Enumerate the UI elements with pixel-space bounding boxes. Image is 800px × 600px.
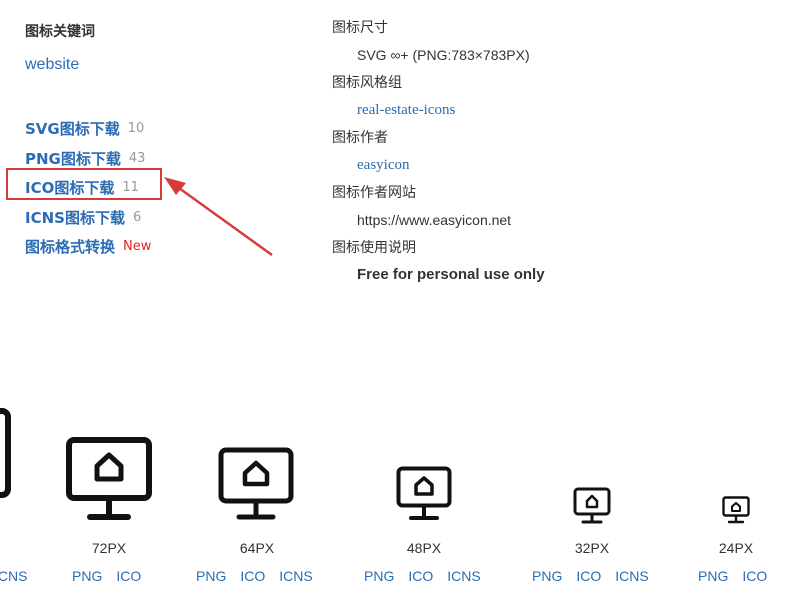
monitor-home-icon[interactable] — [0, 408, 16, 502]
monitor-home-icon[interactable] — [218, 447, 294, 523]
size-48: 48PX — [406, 540, 442, 556]
keywords-heading: 图标关键词 — [25, 24, 95, 40]
png-download-32[interactable]: PNG — [532, 568, 562, 584]
png-download-72[interactable]: PNG — [72, 568, 102, 584]
author-link[interactable]: easyicon — [332, 155, 752, 183]
size-32: 32PX — [574, 540, 610, 556]
download-item-svg: SVG图标下载 10 — [25, 114, 151, 144]
site-value: https://www.easyicon.net — [357, 212, 512, 228]
png-download-48[interactable]: PNG — [364, 568, 394, 584]
size-label: 图标尺寸 — [332, 20, 388, 36]
icon-info-panel: 图标尺寸 SVG ∞+ (PNG:783×783PX) 图标风格组 real-e… — [332, 18, 752, 293]
site-label: 图标作者网站 — [332, 185, 416, 201]
size-72: 72PX — [91, 540, 127, 556]
icon-72-formats: PNG ICO — [72, 568, 155, 584]
format-convert-link[interactable]: 图标格式转换 — [25, 236, 115, 257]
png-download-64[interactable]: PNG — [196, 568, 226, 584]
ico-download-24[interactable]: ICO — [742, 568, 767, 584]
author-label: 图标作者 — [332, 130, 388, 146]
style-link[interactable]: real-estate-icons — [332, 100, 752, 128]
png-download-link[interactable]: PNG图标下载 — [25, 148, 121, 169]
icns-download-32[interactable]: ICNS — [615, 568, 648, 584]
png-download-24[interactable]: PNG — [698, 568, 728, 584]
highlight-box — [6, 168, 162, 200]
icns-download-48[interactable]: ICNS — [447, 568, 480, 584]
new-badge: New — [123, 239, 152, 255]
monitor-home-icon[interactable] — [396, 466, 452, 522]
size-64: 64PX — [239, 540, 275, 556]
usage-label: 图标使用说明 — [332, 240, 416, 256]
usage-value: Free for personal use only — [357, 266, 545, 283]
keyword-link-website[interactable]: website — [25, 56, 79, 74]
monitor-home-icon[interactable] — [722, 496, 750, 524]
icns-download-0[interactable]: ICNS — [0, 568, 27, 584]
annotation-arrow-icon — [164, 177, 273, 257]
size-24: 24PX — [718, 540, 754, 556]
style-label: 图标风格组 — [332, 75, 402, 91]
svg-count: 10 — [127, 121, 145, 137]
icon-32-formats: PNG ICO ICNS — [532, 568, 663, 584]
ico-download-72[interactable]: ICO — [116, 568, 141, 584]
ico-download-32[interactable]: ICO — [576, 568, 601, 584]
size-value: SVG ∞+ (PNG:783×783PX) — [357, 47, 530, 63]
monitor-home-icon[interactable] — [573, 487, 611, 525]
svg-download-link[interactable]: SVG图标下载 — [25, 118, 120, 139]
icon-0-formats: ICNS — [0, 568, 41, 584]
icns-download-64[interactable]: ICNS — [279, 568, 312, 584]
icns-count: 6 — [132, 209, 142, 225]
png-count: 43 — [128, 150, 146, 166]
icon-24-formats: PNG ICO — [698, 568, 781, 584]
download-item-icns: ICNS图标下载 6 — [25, 203, 151, 233]
download-item-convert: 图标格式转换 New — [25, 232, 151, 262]
monitor-home-icon[interactable] — [66, 437, 152, 523]
icon-48-formats: PNG ICO ICNS — [364, 568, 495, 584]
icon-64-formats: PNG ICO ICNS — [196, 568, 327, 584]
ico-download-48[interactable]: ICO — [408, 568, 433, 584]
icns-download-link[interactable]: ICNS图标下载 — [25, 207, 125, 228]
ico-download-64[interactable]: ICO — [240, 568, 265, 584]
